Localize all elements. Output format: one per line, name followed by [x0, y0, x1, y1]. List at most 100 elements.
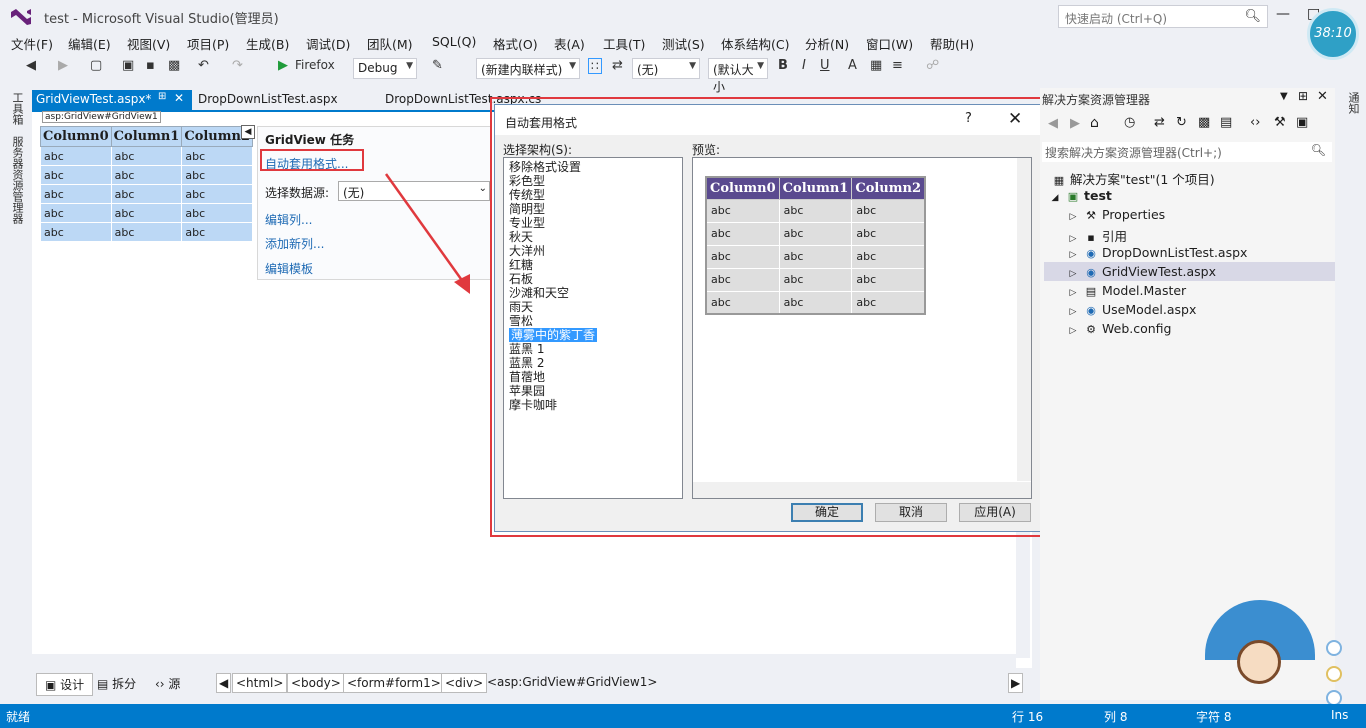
- italic-button[interactable]: I: [802, 58, 806, 73]
- breadcrumb-form[interactable]: <form#form1>: [343, 673, 445, 693]
- chevron-down-icon[interactable]: ▼: [1280, 91, 1288, 102]
- save-icon[interactable]: ▪: [146, 58, 155, 73]
- list-item[interactable]: 彩色型: [509, 174, 677, 188]
- target-select[interactable]: (无) ▼: [632, 58, 700, 79]
- redo-icon[interactable]: ↷: [232, 58, 243, 73]
- menu-team[interactable]: 团队(M): [367, 34, 413, 53]
- menu-file[interactable]: 文件(F): [11, 34, 53, 53]
- tab-dropdownlisttest[interactable]: DropDownListTest.aspx: [198, 92, 338, 106]
- forward-icon[interactable]: ▶: [58, 58, 68, 73]
- tree-item[interactable]: ▷ ◉ UseModel.aspx: [1066, 302, 1197, 317]
- notifications-tab[interactable]: 通知: [1345, 92, 1361, 114]
- sync-icon[interactable]: ⇄: [1154, 115, 1165, 130]
- menu-help[interactable]: 帮助(H): [930, 34, 974, 53]
- code-icon[interactable]: ‹›: [1250, 115, 1260, 130]
- designer-gridview[interactable]: Column0 Column1 Column2 abc abc abc abc abc…: [40, 126, 254, 242]
- menu-view[interactable]: 视图(V): [127, 34, 170, 53]
- menu-test[interactable]: 测试(S): [662, 34, 705, 53]
- cancel-button[interactable]: 取消: [875, 503, 947, 522]
- font-color-icon[interactable]: A: [848, 58, 857, 73]
- collapse-icon[interactable]: ▩: [1198, 115, 1210, 130]
- properties-icon[interactable]: ⚒: [1274, 115, 1286, 130]
- pin-icon[interactable]: ⊞: [158, 91, 166, 102]
- scroll-right-button[interactable]: ▶: [1008, 673, 1024, 693]
- edit-columns-link[interactable]: 编辑列...: [265, 211, 312, 228]
- tree-solution[interactable]: ▦ 解决方案"test"(1 个项目): [1052, 169, 1215, 188]
- underline-button[interactable]: U: [820, 58, 830, 73]
- list-item[interactable]: 专业型: [509, 216, 677, 230]
- config-select[interactable]: Debug ▼: [353, 58, 417, 79]
- scheme-list[interactable]: 移除格式设置 彩色型 传统型 简明型 专业型 秋天 大洋州 红糖 石板 沙滩和天…: [503, 157, 683, 499]
- tree-item[interactable]: ▷ ⚙ Web.config: [1066, 321, 1172, 336]
- list-item[interactable]: 苜蓿地: [509, 370, 677, 384]
- list-item[interactable]: 苹果园: [509, 384, 677, 398]
- close-icon[interactable]: ✕: [1008, 109, 1022, 129]
- link-icon[interactable]: ☍: [926, 58, 939, 73]
- tree-item-selected[interactable]: ▷ ◉ GridViewTest.aspx: [1066, 264, 1216, 279]
- align-icon[interactable]: ≡: [892, 58, 903, 73]
- list-item[interactable]: 秋天: [509, 230, 677, 244]
- history-icon[interactable]: ◷: [1124, 115, 1135, 130]
- forward-icon[interactable]: ▶: [1070, 116, 1080, 131]
- bold-button[interactable]: B: [778, 58, 788, 73]
- list-item[interactable]: 沙滩和天空: [509, 286, 677, 300]
- preview-icon[interactable]: ▣: [1296, 115, 1308, 130]
- list-item[interactable]: 石板: [509, 272, 677, 286]
- close-icon[interactable]: ✕: [1317, 89, 1328, 104]
- list-item[interactable]: 大洋州: [509, 244, 677, 258]
- list-item[interactable]: 雨天: [509, 300, 677, 314]
- add-column-link[interactable]: 添加新列...: [265, 235, 324, 252]
- menu-format[interactable]: 格式(O): [493, 34, 538, 53]
- edit-templates-link[interactable]: 编辑模板: [265, 260, 313, 277]
- minimize-button[interactable]: —: [1276, 6, 1290, 22]
- target-rule-icon[interactable]: ⇄: [612, 58, 623, 73]
- menu-debug[interactable]: 调试(D): [306, 34, 350, 53]
- save-all-icon[interactable]: ▩: [168, 58, 180, 73]
- menu-build[interactable]: 生成(B): [246, 34, 289, 53]
- menu-project[interactable]: 项目(P): [187, 34, 229, 53]
- smart-tag-icon[interactable]: ◀: [241, 125, 255, 139]
- list-item-selected[interactable]: 薄雾中的紫丁香: [509, 328, 677, 342]
- run-target-label[interactable]: Firefox: [295, 58, 335, 72]
- list-item[interactable]: 蓝黑 2: [509, 356, 677, 370]
- breadcrumb-body[interactable]: <body>: [287, 673, 345, 693]
- bubble-icon[interactable]: [1326, 640, 1342, 656]
- list-item[interactable]: 移除格式设置: [509, 160, 677, 174]
- list-item[interactable]: 蓝黑 1: [509, 342, 677, 356]
- list-item[interactable]: 雪松: [509, 314, 677, 328]
- breadcrumb-div[interactable]: <div>: [441, 673, 488, 693]
- home-icon[interactable]: ⌂: [1090, 115, 1099, 131]
- tree-item[interactable]: ▷ ⚒ Properties: [1066, 207, 1166, 222]
- menu-tools[interactable]: 工具(T): [603, 34, 645, 53]
- close-icon[interactable]: ✕: [174, 91, 184, 105]
- scroll-left-button[interactable]: ◀: [216, 673, 232, 693]
- tree-item[interactable]: ▷ ▤ Model.Master: [1066, 283, 1187, 298]
- open-file-icon[interactable]: ▣: [122, 58, 134, 73]
- source-view-button[interactable]: ‹› 源: [152, 673, 183, 694]
- split-view-button[interactable]: ▤ 拆分: [94, 673, 139, 694]
- highlight-icon[interactable]: ▦: [870, 58, 882, 73]
- tree-project[interactable]: ◢ ▣ test: [1048, 188, 1112, 203]
- back-icon[interactable]: ◀: [26, 58, 36, 73]
- bubble-icon[interactable]: [1326, 666, 1342, 682]
- help-button[interactable]: ?: [965, 111, 972, 126]
- list-item[interactable]: 摩卡咖啡: [509, 398, 677, 412]
- tree-item[interactable]: ▷ ▪ 引用: [1066, 226, 1127, 245]
- back-icon[interactable]: ◀: [1048, 116, 1058, 131]
- quick-launch-input[interactable]: 快速启动 (Ctrl+Q) 🔍︎: [1058, 5, 1268, 28]
- list-item[interactable]: 简明型: [509, 202, 677, 216]
- preview-vertical-scrollbar[interactable]: [1017, 158, 1031, 481]
- attach-icon[interactable]: ✎: [432, 58, 443, 73]
- menu-edit[interactable]: 编辑(E): [68, 34, 111, 53]
- start-debug-icon[interactable]: ▶: [278, 58, 288, 73]
- menu-window[interactable]: 窗口(W): [866, 34, 913, 53]
- menu-architecture[interactable]: 体系结构(C): [721, 34, 789, 53]
- breadcrumb-html[interactable]: <html>: [232, 673, 288, 693]
- apply-button[interactable]: 应用(A): [959, 503, 1031, 522]
- ok-button[interactable]: 确定: [791, 503, 863, 522]
- preview-horizontal-scrollbar[interactable]: [693, 482, 1031, 498]
- menu-sql[interactable]: SQL(Q): [432, 34, 476, 49]
- breadcrumb-gridview[interactable]: <asp:GridView#GridView1>: [484, 673, 660, 691]
- solution-search-input[interactable]: 搜索解决方案资源管理器(Ctrl+;) 🔍︎: [1042, 142, 1332, 162]
- menu-analyze[interactable]: 分析(N): [805, 34, 849, 53]
